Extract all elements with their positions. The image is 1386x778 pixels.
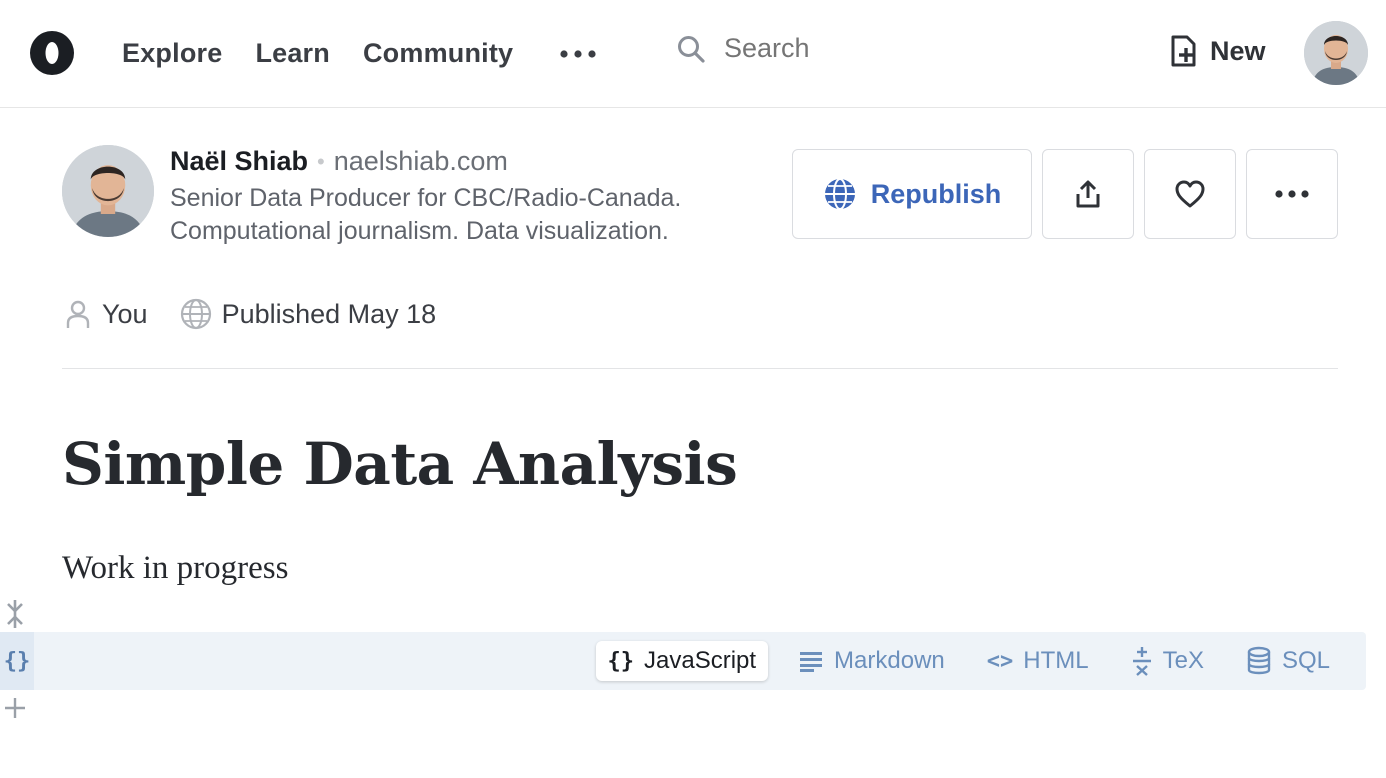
add-cell-icon[interactable] bbox=[4, 694, 26, 720]
new-notebook-button[interactable]: New bbox=[1170, 34, 1266, 68]
search-input[interactable] bbox=[724, 33, 984, 64]
author-name[interactable]: Naël Shiab bbox=[170, 146, 308, 177]
globe-icon bbox=[824, 178, 855, 210]
mode-markdown[interactable]: Markdown bbox=[786, 641, 957, 681]
user-icon bbox=[66, 300, 90, 328]
mode-tex[interactable]: TeX bbox=[1119, 641, 1216, 681]
like-button[interactable] bbox=[1144, 149, 1236, 239]
author-line: Naël Shiab • naelshiab.com bbox=[170, 146, 508, 177]
notebook-meta: You Published May 18 bbox=[64, 298, 468, 330]
published-date: Published May 18 bbox=[221, 298, 437, 329]
author-avatar[interactable] bbox=[62, 145, 154, 237]
new-notebook-icon bbox=[1171, 35, 1196, 67]
share-icon bbox=[1076, 180, 1100, 208]
more-horizontal-icon[interactable] bbox=[558, 40, 598, 68]
nav-learn[interactable]: Learn bbox=[255, 34, 330, 72]
cell-type-gutter[interactable]: {} bbox=[0, 632, 34, 690]
collapse-icon[interactable] bbox=[4, 598, 26, 630]
code-brackets-icon: <> bbox=[986, 648, 1014, 674]
author-bio: Senior Data Producer for CBC/Radio-Canad… bbox=[170, 184, 682, 245]
tex-icon bbox=[1132, 647, 1151, 676]
republish-button[interactable]: Republish bbox=[792, 149, 1032, 239]
user-avatar-image bbox=[1304, 21, 1368, 85]
nav-community[interactable]: Community bbox=[363, 34, 513, 72]
main-nav: Explore Learn Community bbox=[122, 34, 546, 72]
author-avatar-image bbox=[62, 145, 154, 237]
header-divider bbox=[62, 368, 1338, 369]
mode-label: TeX bbox=[1162, 647, 1204, 674]
share-button[interactable] bbox=[1042, 149, 1134, 239]
separator-dot: • bbox=[317, 148, 325, 174]
new-cell-bar: {} {} JavaScript Markdown <> HTML TeX SQ… bbox=[0, 632, 1366, 690]
new-button-label: New bbox=[1210, 35, 1266, 66]
author-website-link[interactable]: naelshiab.com bbox=[334, 146, 508, 177]
more-actions-button[interactable] bbox=[1246, 149, 1338, 239]
notebook-subtitle[interactable]: Work in progress bbox=[62, 550, 288, 587]
mode-label: JavaScript bbox=[644, 647, 757, 674]
cell-mode-list: {} JavaScript Markdown <> HTML TeX SQL bbox=[578, 641, 1343, 681]
braces-icon: {} bbox=[607, 648, 635, 674]
search-icon bbox=[678, 35, 705, 63]
globe-icon bbox=[180, 298, 211, 330]
user-avatar[interactable] bbox=[1304, 21, 1368, 85]
database-icon bbox=[1247, 646, 1271, 675]
mode-javascript[interactable]: {} JavaScript bbox=[595, 641, 769, 681]
mode-label: SQL bbox=[1281, 647, 1330, 674]
mode-sql[interactable]: SQL bbox=[1234, 641, 1342, 681]
heart-icon bbox=[1175, 180, 1205, 208]
publish-status[interactable]: Published May 18 bbox=[180, 298, 437, 330]
mode-label: Markdown bbox=[834, 647, 945, 674]
notebook-title[interactable]: Simple Data Analysis bbox=[62, 430, 738, 498]
markdown-icon bbox=[800, 652, 823, 672]
nav-explore[interactable]: Explore bbox=[122, 34, 222, 72]
mode-label: HTML bbox=[1023, 647, 1089, 674]
more-horizontal-icon bbox=[1275, 190, 1309, 198]
republish-label: Republish bbox=[870, 178, 1002, 209]
top-bar: Explore Learn Community New bbox=[0, 0, 1386, 108]
mode-html[interactable]: <> HTML bbox=[975, 641, 1101, 681]
owner-label: You bbox=[102, 298, 148, 329]
owner-indicator[interactable]: You bbox=[64, 299, 148, 330]
search-box[interactable] bbox=[676, 33, 984, 64]
observable-logo-icon[interactable] bbox=[28, 29, 76, 77]
